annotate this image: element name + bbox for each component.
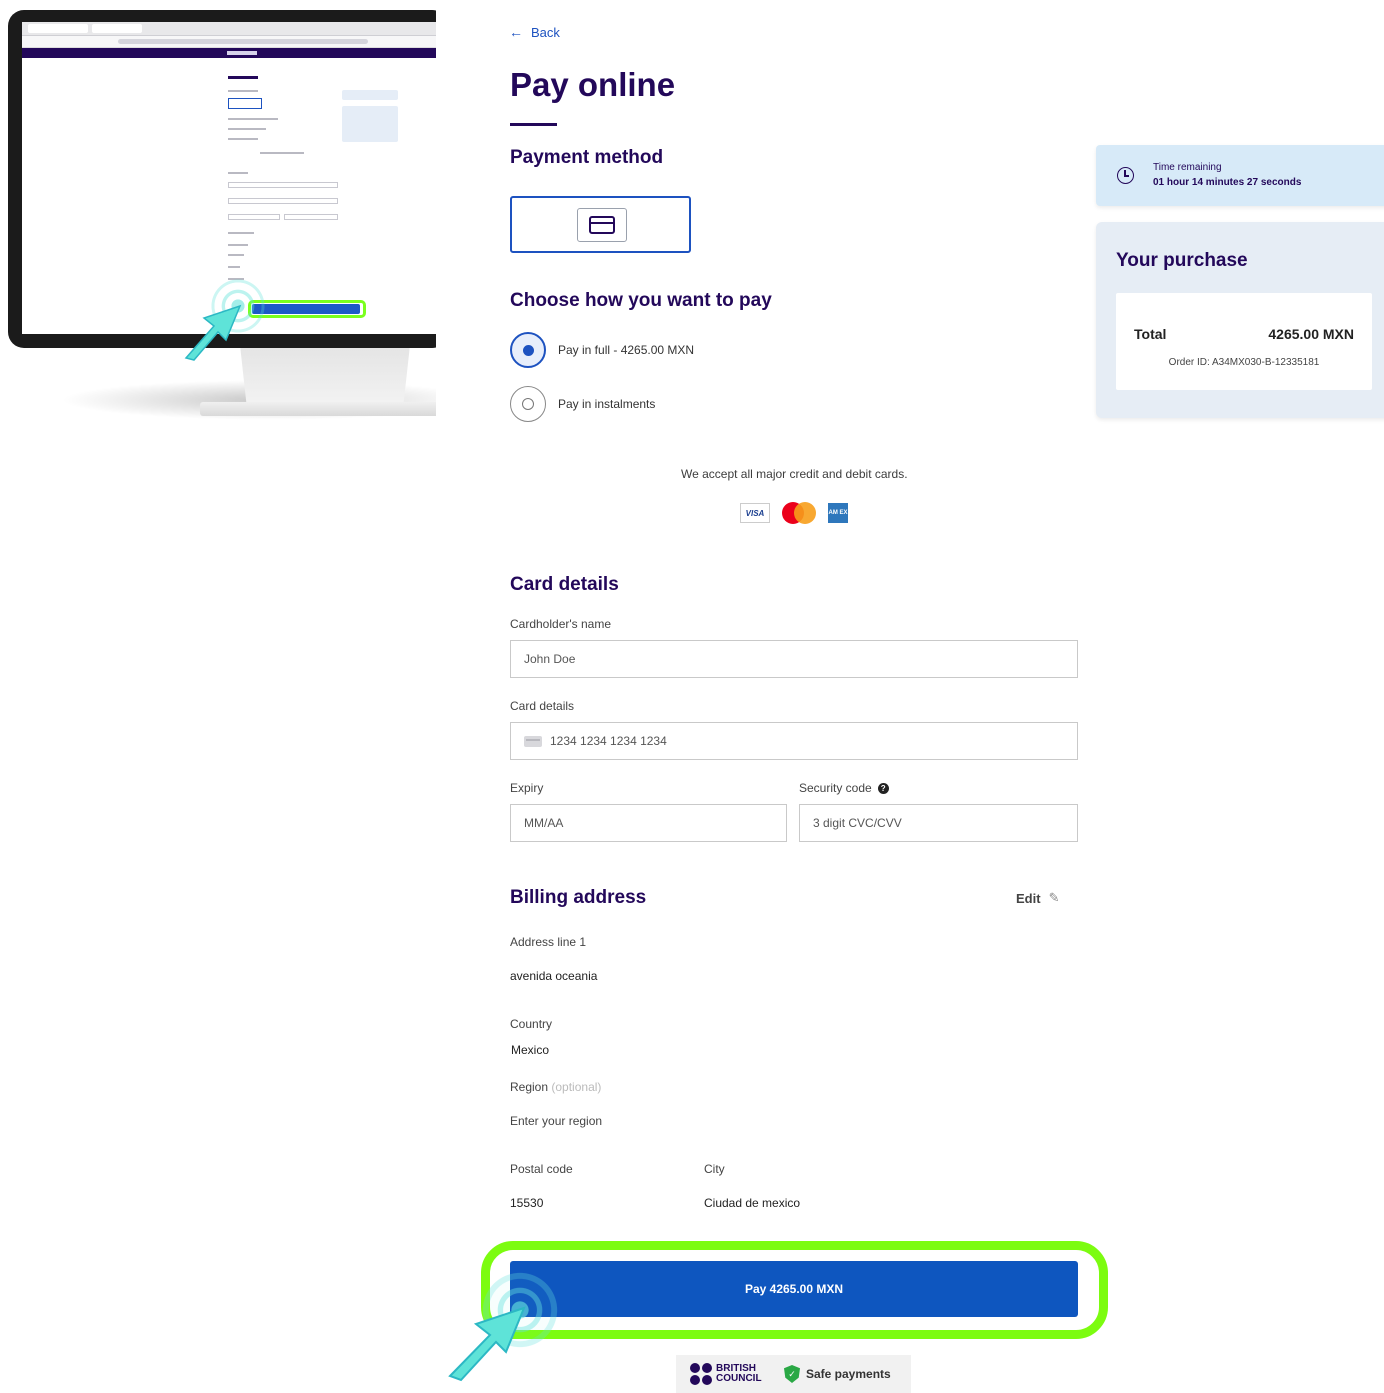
mastercard-logo-icon bbox=[782, 502, 816, 524]
footer-badge: BRITISH COUNCIL ✓ Safe payments bbox=[676, 1355, 911, 1393]
monitor-base bbox=[200, 402, 436, 416]
mini-text bbox=[228, 118, 278, 120]
edit-billing-button[interactable]: Edit ✎ bbox=[1016, 890, 1059, 906]
time-remaining-value: 01 hour 14 minutes 27 seconds bbox=[1153, 177, 1302, 188]
mini-text bbox=[228, 138, 258, 140]
arrow-left-icon: ← bbox=[509, 24, 523, 40]
british-council-dots-icon bbox=[690, 1363, 712, 1385]
mini-text bbox=[228, 254, 244, 256]
expiry-placeholder: MM/AA bbox=[524, 816, 564, 830]
mini-text bbox=[228, 90, 258, 92]
edit-label: Edit bbox=[1016, 890, 1041, 906]
mini-text bbox=[228, 244, 248, 246]
mini-pointer-icon bbox=[184, 304, 242, 361]
region-label: Region bbox=[510, 1080, 549, 1094]
card-number-placeholder: 1234 1234 1234 1234 bbox=[550, 734, 667, 748]
security-code-placeholder: 3 digit CVC/CVV bbox=[813, 816, 902, 830]
page-title: Pay online bbox=[510, 66, 676, 103]
payment-method-card-option[interactable] bbox=[510, 196, 691, 253]
back-link[interactable]: ← Back bbox=[509, 24, 560, 40]
region-placeholder: Enter your region bbox=[510, 1114, 603, 1128]
security-code-label-row: Security code? bbox=[799, 781, 889, 795]
mini-purchase bbox=[342, 106, 398, 142]
country-label: Country bbox=[510, 1017, 553, 1031]
mini-text bbox=[228, 172, 248, 174]
pay-in-instalments-option[interactable]: Pay in instalments bbox=[510, 386, 655, 422]
amex-logo-icon: AM EX bbox=[828, 503, 848, 523]
card-number-label: Card details bbox=[510, 699, 575, 713]
british-council-wordmark: BRITISH COUNCIL bbox=[716, 1364, 770, 1384]
pay-options-heading: Choose how you want to pay bbox=[510, 290, 772, 311]
back-label: Back bbox=[531, 24, 560, 40]
shield-check-icon: ✓ bbox=[784, 1365, 800, 1383]
your-purchase-heading: Your purchase bbox=[1116, 250, 1248, 271]
time-remaining-panel: Time remaining 01 hour 14 minutes 27 sec… bbox=[1096, 145, 1384, 206]
edit-icon: ✎ bbox=[1048, 890, 1060, 905]
pointer-arrow-icon bbox=[448, 1306, 526, 1382]
help-icon[interactable]: ? bbox=[877, 783, 889, 795]
postal-code-label: Postal code bbox=[510, 1162, 573, 1176]
mini-text bbox=[260, 152, 304, 154]
clock-icon bbox=[1117, 167, 1134, 184]
expiry-label: Expiry bbox=[510, 781, 544, 795]
british-council-logo: BRITISH COUNCIL bbox=[690, 1363, 770, 1385]
mini-input bbox=[228, 182, 338, 188]
city-value: Ciudad de mexico bbox=[704, 1196, 801, 1210]
pay-in-instalments-radio[interactable] bbox=[510, 386, 546, 422]
cardholder-name-label: Cardholder's name bbox=[510, 617, 612, 631]
pay-in-full-label: Pay in full - 4265.00 MXN bbox=[558, 343, 695, 357]
brand-line-2: COUNCIL bbox=[716, 1373, 762, 1384]
monitor-stand bbox=[240, 345, 410, 407]
total-label: Total bbox=[1134, 326, 1167, 342]
cardholder-name-input[interactable]: John Doe bbox=[510, 640, 1078, 678]
pay-in-instalments-label: Pay in instalments bbox=[558, 397, 656, 411]
purchase-summary-card: Total 4265.00 MXN Order ID: A34MX030-B-1… bbox=[1116, 293, 1372, 390]
security-code-input[interactable]: 3 digit CVC/CVV bbox=[799, 804, 1078, 842]
pay-in-full-radio[interactable] bbox=[510, 332, 546, 368]
expiry-input[interactable]: MM/AA bbox=[510, 804, 787, 842]
time-remaining-label: Time remaining bbox=[1153, 162, 1222, 173]
mini-text bbox=[228, 232, 254, 234]
safe-payments-label: Safe payments bbox=[806, 1367, 891, 1381]
mini-address-bar bbox=[22, 36, 436, 48]
pay-in-full-option[interactable]: Pay in full - 4265.00 MXN bbox=[510, 332, 694, 368]
mini-input bbox=[228, 198, 338, 204]
mini-nav-bar bbox=[22, 48, 436, 58]
total-value: 4265.00 MXN bbox=[1268, 326, 1354, 342]
city-label: City bbox=[704, 1162, 725, 1176]
country-value: Mexico bbox=[511, 1043, 550, 1057]
card-number-input[interactable]: 1234 1234 1234 1234 bbox=[510, 722, 1078, 760]
address-line-value: avenida oceania bbox=[510, 969, 598, 983]
mini-text bbox=[228, 128, 266, 130]
mini-timer bbox=[342, 90, 398, 100]
postal-code-value: 15530 bbox=[510, 1196, 544, 1210]
mini-browser-tabs bbox=[22, 22, 436, 36]
mini-method-card bbox=[228, 98, 262, 109]
monitor-illustration bbox=[0, 0, 436, 430]
security-code-label: Security code bbox=[799, 781, 872, 795]
mini-title bbox=[228, 76, 258, 79]
region-optional-label: (optional) bbox=[551, 1080, 602, 1094]
mini-text bbox=[228, 266, 240, 268]
title-underline bbox=[510, 123, 557, 126]
mini-input bbox=[228, 214, 280, 220]
region-label-row: Region (optional) bbox=[510, 1080, 601, 1094]
region-input[interactable]: Enter your region bbox=[510, 1114, 602, 1128]
payment-method-heading: Payment method bbox=[510, 147, 664, 168]
visa-logo-icon: VISA bbox=[740, 503, 770, 523]
credit-card-icon bbox=[577, 208, 627, 242]
mini-input bbox=[284, 214, 338, 220]
accepted-cards-text: We accept all major credit and debit car… bbox=[681, 467, 908, 481]
pay-button-label: Pay 4265.00 MXN bbox=[744, 1282, 844, 1296]
card-brand-logos: VISA AM EX bbox=[740, 502, 848, 524]
safe-payments-badge: ✓ Safe payments bbox=[784, 1365, 891, 1383]
pay-button[interactable]: Pay 4265.00 MXN bbox=[510, 1261, 1078, 1317]
your-purchase-panel: Your purchase Total 4265.00 MXN Order ID… bbox=[1096, 222, 1384, 418]
card-details-heading: Card details bbox=[510, 574, 619, 595]
address-line-label: Address line 1 bbox=[510, 935, 587, 949]
order-id: Order ID: A34MX030-B-12335181 bbox=[1168, 357, 1320, 368]
card-number-icon bbox=[524, 735, 542, 747]
cardholder-name-placeholder: John Doe bbox=[524, 652, 576, 666]
billing-address-heading: Billing address bbox=[510, 887, 647, 908]
